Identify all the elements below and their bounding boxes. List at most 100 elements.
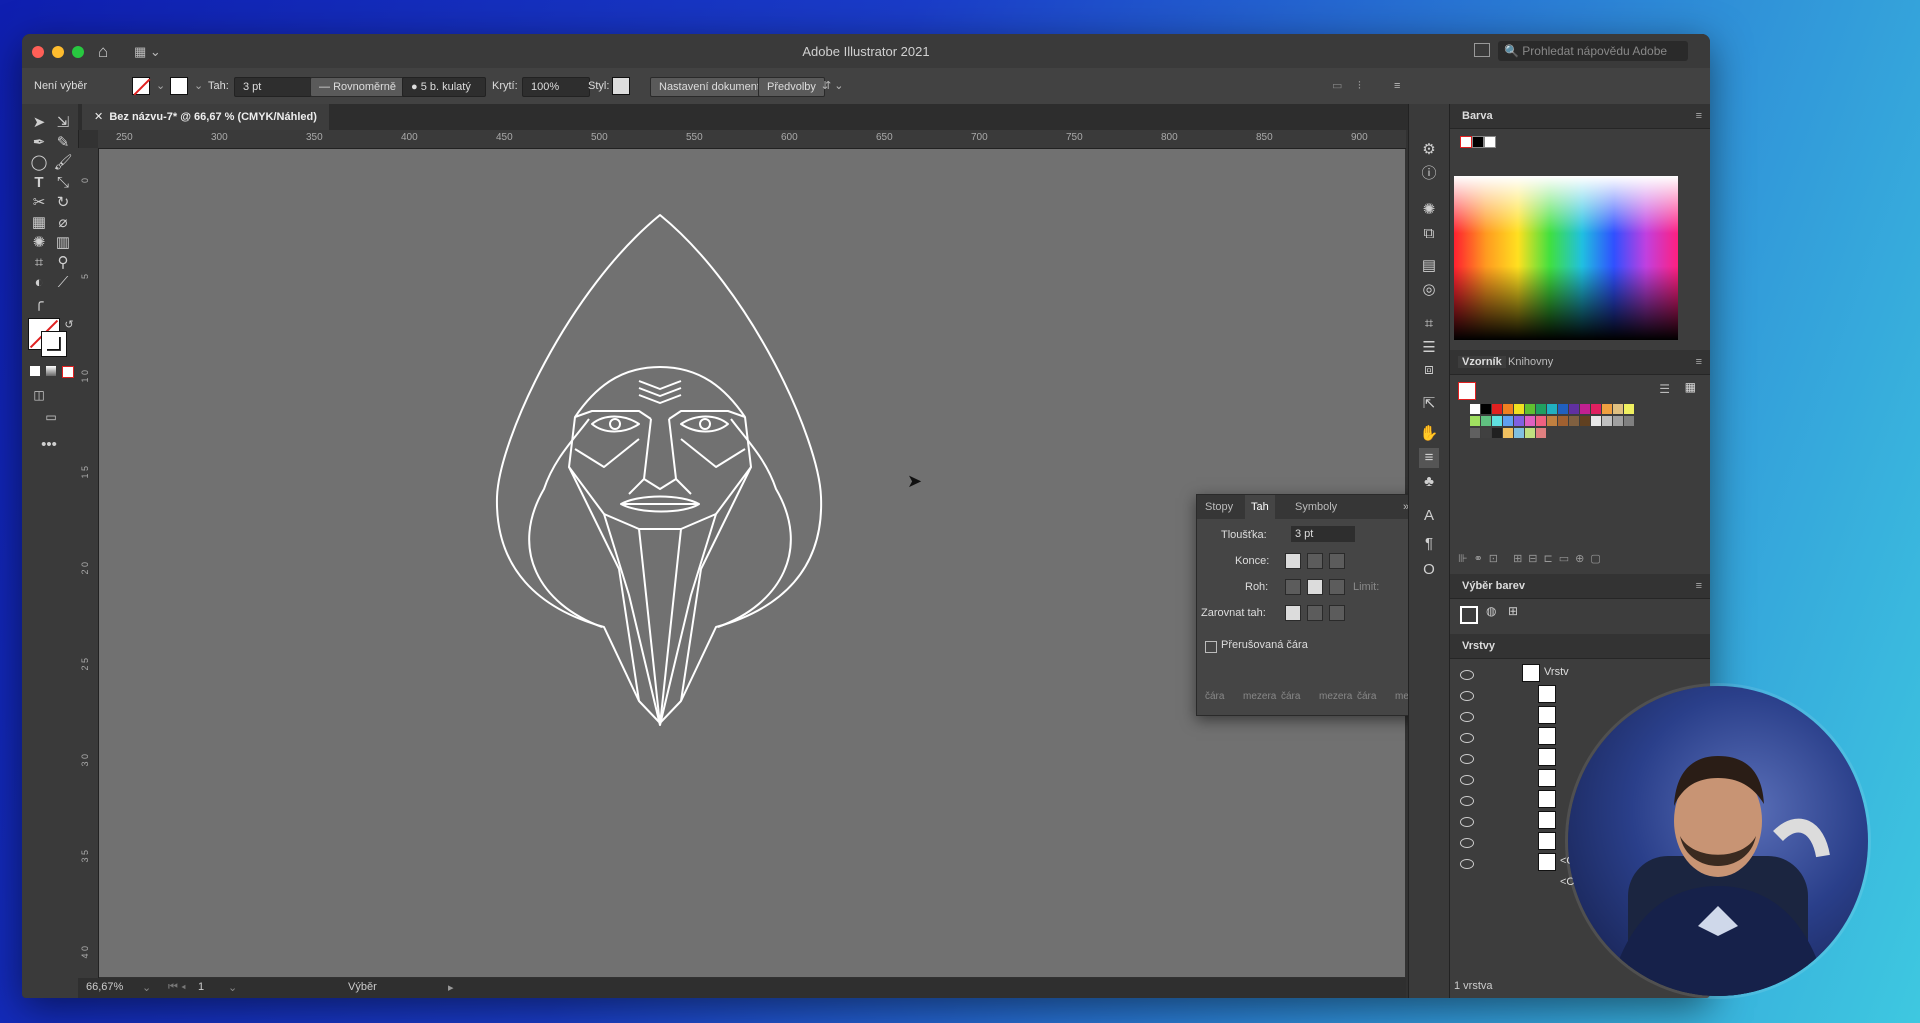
color-swatch[interactable] [1613,416,1623,426]
color-swatch[interactable] [1492,404,1502,414]
knife-tool-icon[interactable]: ⟋ [52,272,74,294]
symbol-sprayer-tool-icon[interactable]: ✺ [28,232,50,254]
draw-mode-icon[interactable]: ◫ [28,384,50,406]
swatch-tools-icon[interactable]: ⊪⚭⊡ ⊞⊟⊏▭⊕▢ [1458,552,1607,565]
eyedropper-tool-icon[interactable]: ⌀ [52,212,74,234]
color-swatch[interactable] [1481,404,1491,414]
shape-builder-tool-icon[interactable]: ◐ [28,272,50,294]
color-swatch[interactable] [1514,416,1524,426]
color-swatch[interactable] [1481,416,1491,426]
stroke-profile-select[interactable]: — Rovnoměrně [310,77,410,97]
visibility-eye-icon[interactable] [1460,670,1474,680]
color-mode-icon[interactable] [30,366,40,376]
color-guide-icon[interactable]: ✺ [1419,200,1439,220]
paintbrush-tool-icon[interactable]: 🖌 [52,152,74,174]
color-swatch[interactable] [1492,416,1502,426]
visibility-eye-icon[interactable] [1460,754,1474,764]
character-icon[interactable]: A [1419,506,1439,526]
visibility-eye-icon[interactable] [1460,775,1474,785]
globe-icon[interactable]: ◍ [1486,604,1496,618]
layers-panel-header[interactable]: Vrstvy [1450,634,1710,659]
color-swatch[interactable] [1558,404,1568,414]
none-mode-icon[interactable] [62,366,74,378]
color-swatch[interactable] [1558,416,1568,426]
stroke-swatch[interactable] [170,77,188,95]
swatch-grid[interactable] [1456,404,1676,494]
butt-cap-icon[interactable] [1285,553,1301,569]
visibility-eye-icon[interactable] [1460,817,1474,827]
color-swatch[interactable] [1470,404,1480,414]
fill-swatch[interactable] [132,77,150,95]
swatch-options-icon[interactable]: ⊞ [1508,604,1518,618]
color-swatch[interactable] [1602,416,1612,426]
document-tab[interactable]: ✕ Bez názvu-7* @ 66,67 % (CMYK/Náhled) [82,104,329,130]
color-swatch[interactable] [1503,428,1513,438]
stroke-panel-icon[interactable]: ≡ [1419,448,1439,468]
ellipse-tool-icon[interactable]: ◯ [28,152,50,174]
status-menu-icon[interactable]: ▸ [448,981,454,994]
selection-tool-icon[interactable]: ➤ [28,112,50,134]
menu-icon[interactable]: ≡ [1394,77,1400,95]
scale-tool-icon[interactable]: ⤡ [52,172,74,194]
pen-tool-icon[interactable]: ✒ [28,132,50,154]
info-icon[interactable]: ⓘ [1419,164,1439,184]
scissors-tool-icon[interactable]: ✂ [28,192,50,214]
export-icon[interactable]: ⇱ [1419,394,1439,414]
color-swatch[interactable] [1602,404,1612,414]
color-swatch[interactable] [1547,404,1557,414]
preferences-button[interactable]: Předvolby [758,77,825,97]
tab-symbols[interactable]: Symboly [1295,501,1337,513]
color-swatch[interactable] [1569,404,1579,414]
color-swatch[interactable] [1580,404,1590,414]
grid-view-icon[interactable]: ▦ [1685,380,1696,394]
artboard-tool-icon[interactable]: ⌗ [28,252,50,274]
none-swatch[interactable] [1460,136,1472,148]
layers-stack-icon[interactable]: ⧈ [1419,360,1439,380]
more-tools-icon[interactable]: ••• [38,434,60,456]
color-swatch[interactable] [1514,428,1524,438]
color-swatch[interactable] [1613,404,1623,414]
dashed-line-checkbox[interactable] [1205,641,1217,653]
zoom-tool-icon[interactable]: ⚲ [52,252,74,274]
color-swatch[interactable] [1514,404,1524,414]
color-picker-header[interactable]: Výběr barev ≡ [1450,574,1710,599]
color-swatch[interactable] [1624,416,1634,426]
align-center-icon[interactable] [1285,605,1301,621]
color-swatch[interactable] [1591,416,1601,426]
color-swatch[interactable] [1536,428,1546,438]
fill-none-swatch[interactable] [1458,382,1476,400]
align-icon[interactable]: ▭ [1332,77,1342,95]
stroke-weight-field[interactable]: 3 pt [234,77,312,97]
brush-select[interactable]: ● 5 b. kulatý [402,77,486,97]
color-swatch[interactable] [1503,404,1513,414]
tab-swatches-strokes[interactable]: Stopy [1205,501,1233,513]
color-swatch[interactable] [1492,428,1502,438]
color-spectrum[interactable] [1454,176,1678,340]
round-cap-icon[interactable] [1307,553,1323,569]
visibility-eye-icon[interactable] [1460,712,1474,722]
chevron-down-icon[interactable]: ⌄ [194,77,203,95]
distribute-icon[interactable]: ⫶ [1358,77,1361,95]
opacity-field[interactable]: 100% [522,77,590,97]
screen-mode-icon[interactable]: ▭ [40,406,62,428]
weight-field[interactable]: 3 pt [1291,526,1355,542]
white-swatch[interactable] [1484,136,1496,148]
miter-join-icon[interactable] [1285,579,1301,595]
color-swatch[interactable] [1503,416,1513,426]
color-swatch[interactable] [1470,428,1480,438]
style-swatch[interactable] [612,77,630,95]
color-panel-header[interactable]: Barva ≡ [1450,104,1710,129]
layer-name[interactable]: Vrstv [1544,666,1569,678]
type-tool-icon[interactable]: T [28,172,50,194]
symbols-icon[interactable]: ♣ [1419,472,1439,492]
pathfinder-icon[interactable]: ⌗ [1419,314,1439,334]
puppet-icon[interactable]: ✋ [1419,424,1439,444]
color-swatch[interactable] [1591,404,1601,414]
graph-tool-icon[interactable]: ▥ [52,232,74,254]
vertical-ruler[interactable]: 0 5 1 0 1 5 2 0 2 5 3 0 3 5 4 0 [78,148,99,978]
chevron-down-icon[interactable]: ⌄ [228,981,237,994]
mesh-tool-icon[interactable]: ▦ [28,212,50,234]
curvature-tool-icon[interactable]: ✎ [52,132,74,154]
fill-stroke-toggle-icon[interactable] [1460,606,1478,624]
appearance-icon[interactable]: ◎ [1419,280,1439,300]
